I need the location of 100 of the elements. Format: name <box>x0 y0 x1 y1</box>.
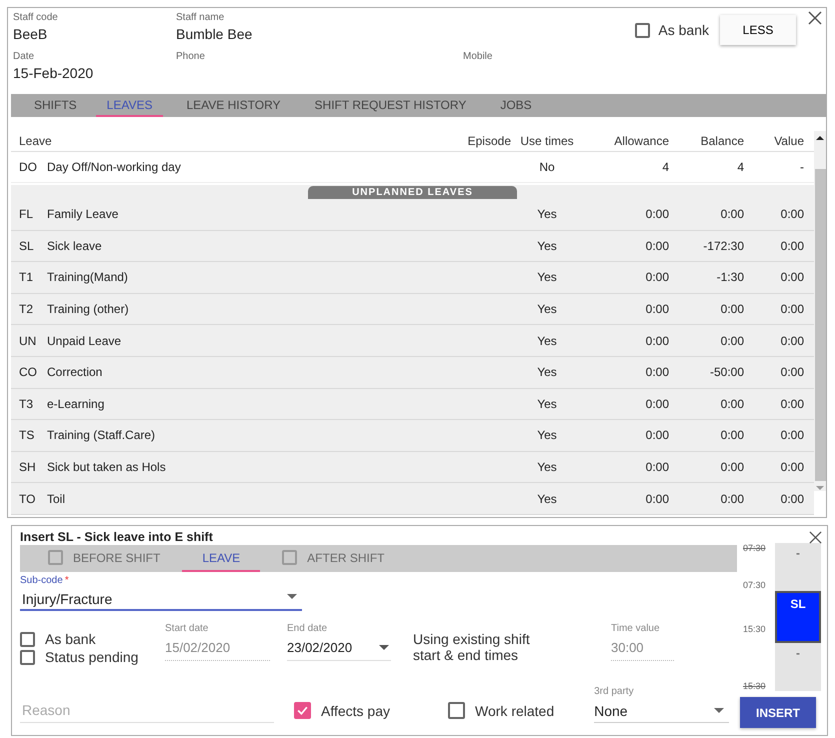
timeline-segment[interactable]: - <box>775 543 821 591</box>
field-label: Staff name <box>176 12 226 23</box>
caret-icon <box>379 645 389 650</box>
table-cell-text: Training (Staff.Care) <box>47 428 156 442</box>
table-cell-text: Sick leave <box>47 238 103 253</box>
table-cell-text: TO <box>19 492 36 506</box>
table-cell-text: TS <box>19 428 36 442</box>
table-cell-text: -1:30 <box>716 270 745 284</box>
table-cell-text: Yes <box>536 270 558 284</box>
tab[interactable]: SHIFTS <box>23 94 88 117</box>
table-cell-text: T1 <box>19 270 34 284</box>
field-value: 15-Feb-2020 <box>13 65 94 81</box>
table-cell-text: Training(Mand) <box>47 270 129 284</box>
timeline-segment[interactable]: - <box>775 643 821 692</box>
table-cell-text: 0:00 <box>780 365 805 380</box>
table-cell-text: Yes <box>536 334 558 348</box>
field-value: BeeB <box>13 26 48 42</box>
table-cell-text: 0:00 <box>644 302 670 316</box>
group-header: UNPLANNED LEAVES <box>308 186 517 199</box>
table-cell-text: Training (other) <box>47 302 130 316</box>
table-cell-text: 0:00 <box>644 492 670 506</box>
table-cell-text: 0:00 <box>720 428 745 442</box>
column-header: Leave <box>19 134 53 148</box>
table-cell-text: SL <box>19 238 35 253</box>
table-cell-text: 0:00 <box>720 207 745 222</box>
timeline-segment[interactable]: SL <box>775 590 821 644</box>
table-cell-text: 0:00 <box>644 428 670 442</box>
column-header: Allowance <box>613 134 670 148</box>
third-party-dropdown[interactable]: 3rd party None <box>594 686 730 723</box>
table-cell-text: -50:00 <box>708 365 745 380</box>
end-date-field[interactable]: End date 23/02/2020 <box>287 623 391 661</box>
sub-code-dropdown[interactable]: Sub-code * Injury/Fracture <box>20 575 302 611</box>
table-cell-text: Yes <box>536 460 558 474</box>
time-label: 07:30 <box>743 580 767 590</box>
field-label: Phone <box>176 51 206 62</box>
tab[interactable]: LEAVES <box>96 94 164 117</box>
field-label: Date <box>13 51 36 62</box>
table-cell-text: T3 <box>19 396 34 411</box>
table-cell-text: 0:00 <box>780 396 805 411</box>
table-cell-text: No <box>538 160 556 174</box>
table-cell-text: UN <box>19 334 38 348</box>
checkbox[interactable] <box>294 702 311 719</box>
column-header: Episode <box>466 134 512 148</box>
table-cell-text: 0:00 <box>780 302 805 316</box>
tab[interactable]: SHIFT REQUEST HISTORY <box>304 94 478 117</box>
info-text: Using existing shift start & end times <box>413 630 531 665</box>
table-cell-text: Sick but taken as Hols <box>47 460 167 474</box>
column-header: Use times <box>519 134 575 148</box>
tab[interactable]: JOBS <box>489 94 543 117</box>
scrollbar[interactable] <box>814 131 826 491</box>
field-value: Bumble Bee <box>176 26 254 42</box>
column-header: Value <box>773 134 805 148</box>
table-cell-text: 0:00 <box>644 460 670 474</box>
table-cell-text: 0:00 <box>720 334 745 348</box>
table-cell-text: Unpaid Leave <box>47 334 122 348</box>
table-cell-text: e-Learning <box>47 396 106 411</box>
table-cell-text: 0:00 <box>780 428 805 442</box>
less-button[interactable]: LESS <box>720 15 796 45</box>
panel-title: Insert SL - Sick leave into E shift <box>20 530 214 544</box>
time-label: 15:30 <box>743 624 767 634</box>
checkbox[interactable] <box>448 702 466 719</box>
table-cell-text: 0:00 <box>780 207 805 222</box>
table-cell-text: Day Off/Non-working day <box>47 160 182 174</box>
field-label: Staff code <box>13 12 59 23</box>
table-cell-text: 0:00 <box>780 238 805 253</box>
table-cell-text: 0:00 <box>720 302 745 316</box>
checkbox[interactable] <box>20 650 35 664</box>
table-cell-text: Correction <box>47 365 104 380</box>
scroll-up-icon[interactable] <box>816 135 824 141</box>
field-label: Mobile <box>463 51 494 62</box>
tab[interactable]: LEAVE HISTORY <box>175 94 292 117</box>
table-cell-text: 0:00 <box>644 270 670 284</box>
table-cell-text: - <box>799 160 805 174</box>
table-cell-text: 0:00 <box>780 492 805 506</box>
close-icon[interactable] <box>808 11 822 25</box>
table-cell-text: 0:00 <box>644 334 670 348</box>
caret-icon <box>287 594 297 599</box>
table-cell-text: 0:00 <box>780 460 805 474</box>
table-cell-text: Yes <box>536 207 558 222</box>
checkbox[interactable] <box>635 22 650 38</box>
table-cell-text: 0:00 <box>720 460 745 474</box>
table-cell-text: DO <box>19 160 38 174</box>
table-cell-text: 0:00 <box>780 334 805 348</box>
insert-button[interactable]: INSERT <box>740 697 816 728</box>
time-label: 15:30 <box>743 680 767 691</box>
table-cell-text: 0:00 <box>720 396 745 411</box>
table-cell-text: CO <box>19 365 38 380</box>
close-icon[interactable] <box>809 531 822 544</box>
table-cell-text: FL <box>19 207 34 222</box>
time-label: 07:30 <box>743 543 767 553</box>
tab[interactable]: LEAVE <box>182 545 260 572</box>
checkbox-label: Work related <box>475 702 554 718</box>
check-icon <box>296 704 309 717</box>
checkbox[interactable] <box>20 632 35 646</box>
checkbox-label: As bank <box>658 22 709 38</box>
table-cell-text: -172:30 <box>702 238 745 253</box>
table-cell-text: 0:00 <box>644 207 670 222</box>
table-cell-text: 0:00 <box>644 396 670 411</box>
table-cell-text: 0:00 <box>780 270 805 284</box>
table-cell-text: Yes <box>536 238 558 253</box>
